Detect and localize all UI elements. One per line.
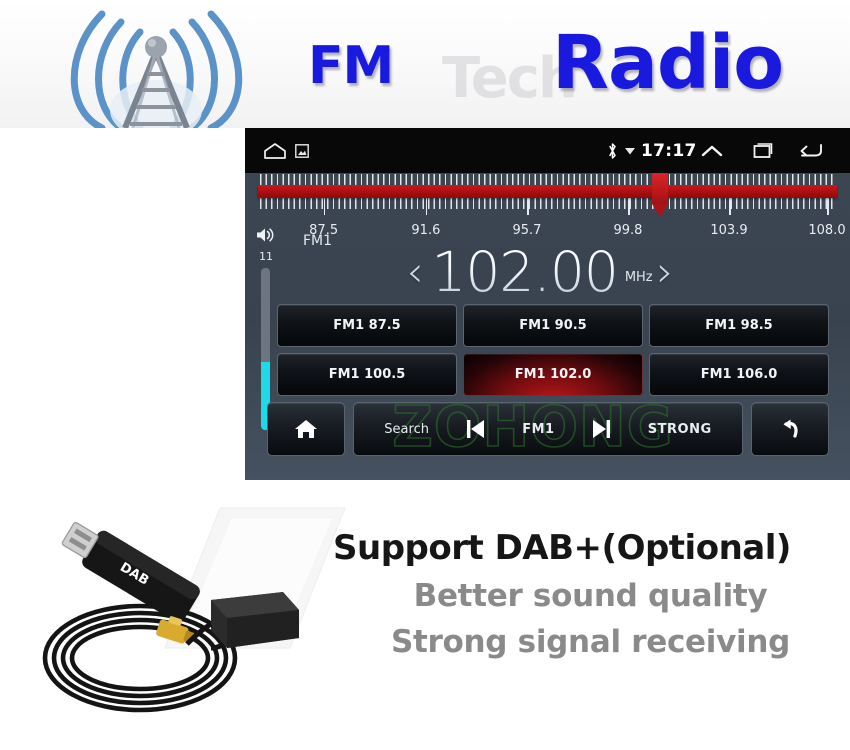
preset-label: FM1 102.0	[514, 367, 592, 382]
scale-label: 108.0	[808, 223, 846, 238]
scale-label: 95.7	[512, 223, 542, 238]
tuner-needle-icon[interactable]	[652, 173, 669, 217]
scale-ticks-bottom	[260, 197, 835, 209]
scale-major-tick	[827, 197, 829, 215]
frequency-next-button[interactable]: ›	[653, 251, 678, 293]
bluetooth-icon	[607, 128, 618, 173]
status-clock: 17:17	[641, 140, 697, 161]
banner-fm-text: FM	[308, 36, 394, 96]
frequency-value: 102.00	[431, 239, 618, 304]
scale-major-tick	[729, 197, 731, 215]
speaker-volume-icon	[255, 226, 277, 249]
bottom-text-block: Support DAB+(Optional) Better sound qual…	[333, 528, 848, 660]
banner-radio-text: Radio	[552, 20, 784, 106]
preset-label: FM1 106.0	[700, 367, 778, 382]
scale-label: 91.6	[411, 223, 441, 238]
dab-title: Support DAB+(Optional)	[333, 528, 791, 568]
scale-label: 103.9	[710, 223, 748, 238]
volume-value: 11	[259, 250, 273, 263]
preset-button-2[interactable]: FM1 90.5	[463, 304, 643, 347]
scale-major-tick	[425, 197, 428, 215]
strong-button[interactable]: STRONG	[648, 422, 712, 437]
android-radio-screen: 17:17 87.591.695.799.8103.9108.0 11	[245, 128, 850, 480]
chevron-up-icon[interactable]	[700, 128, 724, 173]
recent-apps-icon[interactable]	[750, 128, 774, 173]
usb-dab-dongle-antenna-image: DAB	[15, 498, 355, 730]
preset-label: FM1 87.5	[333, 318, 401, 333]
previous-track-icon[interactable]	[462, 417, 490, 441]
preset-button-6[interactable]: FM1 106.0	[649, 353, 829, 396]
scale-label: 99.8	[613, 223, 643, 238]
back-arrow-icon[interactable]	[798, 128, 824, 173]
top-banner: Tech FM Radio	[0, 0, 850, 128]
scale-major-tick	[526, 197, 529, 215]
band-label: FM1	[303, 233, 333, 249]
tuning-control-group: Search FM1 STRONG	[353, 402, 743, 456]
back-button[interactable]	[751, 402, 829, 456]
preset-button-3[interactable]: FM1 98.5	[649, 304, 829, 347]
screenshot-icon[interactable]	[295, 128, 309, 173]
android-status-bar: 17:17	[245, 128, 850, 173]
preset-label: FM1 98.5	[705, 318, 773, 333]
home-button[interactable]	[267, 402, 345, 456]
dab-subtitle-1: Better sound quality	[413, 578, 768, 614]
preset-grid: FM1 87.5 FM1 90.5 FM1 98.5 FM1 100.5 FM1 102…	[277, 304, 829, 396]
scale-major-tick	[627, 197, 630, 215]
search-button[interactable]: Search	[384, 422, 429, 437]
preset-button-5[interactable]: FM1 102.0	[463, 353, 643, 396]
home-outline-icon[interactable]	[263, 128, 287, 173]
caret-down-icon	[624, 128, 636, 173]
dab-subtitle-2: Strong signal receiving	[391, 624, 790, 660]
scale-bar	[258, 185, 837, 198]
preset-button-4[interactable]: FM1 100.5	[277, 353, 457, 396]
frequency-unit: MHz	[624, 270, 653, 285]
preset-label: FM1 90.5	[519, 318, 587, 333]
frequency-display: ‹ 102.00 MHz ›	[395, 240, 685, 304]
frequency-prev-button[interactable]: ‹	[403, 251, 428, 293]
scale-major-tick	[323, 197, 326, 215]
bottom-section: DAB Support DAB+(Optional) Better sound …	[0, 480, 850, 750]
band-button[interactable]: FM1	[522, 422, 554, 437]
frequency-scale[interactable]	[245, 173, 850, 223]
next-track-icon[interactable]	[587, 417, 615, 441]
preset-label: FM1 100.5	[328, 367, 406, 382]
banner-title: Tech FM Radio	[300, 18, 840, 111]
control-bar: Search FM1 STRONG	[267, 402, 829, 456]
preset-button-1[interactable]: FM1 87.5	[277, 304, 457, 347]
home-filled-icon	[293, 417, 319, 441]
radio-tower-icon	[55, 2, 255, 128]
return-arrow-icon	[777, 416, 803, 442]
